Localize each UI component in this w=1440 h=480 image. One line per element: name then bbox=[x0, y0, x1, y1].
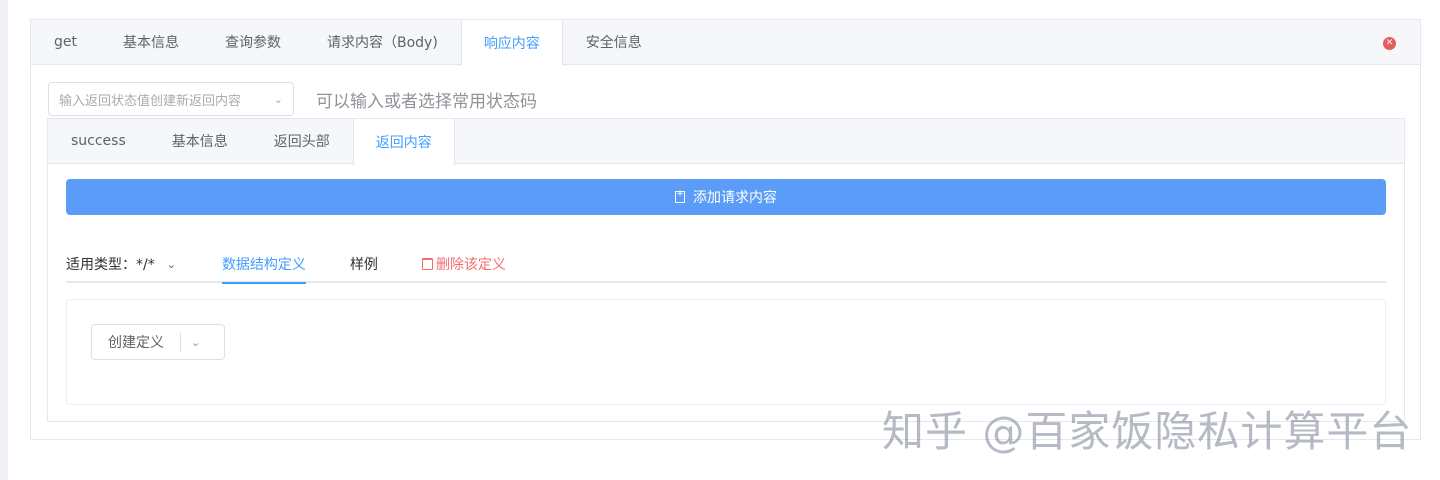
delete-definition-button[interactable]: 删除该定义 bbox=[421, 246, 506, 282]
create-definition-label: 创建定义 bbox=[92, 332, 181, 352]
schema-editor: 创建定义 ⌄ bbox=[66, 299, 1386, 405]
chevron-down-icon: ⌄ bbox=[273, 92, 283, 106]
outer-tab-bar: get 基本信息 查询参数 请求内容（Body) 响应内容 安全信息 ✕ bbox=[31, 20, 1420, 66]
left-strip bbox=[0, 0, 8, 480]
media-type-label: 适用类型：*/* bbox=[66, 257, 155, 273]
chevron-down-icon[interactable]: ⌄ bbox=[191, 336, 200, 349]
trash-icon bbox=[421, 258, 433, 270]
response-panel: success 基本信息 返回头部 返回内容 添加请求内容 适用类型：*/* ⌄… bbox=[47, 118, 1405, 422]
status-code-placeholder: 输入返回状态值创建新返回内容 bbox=[59, 93, 242, 109]
add-file-icon bbox=[675, 189, 685, 203]
create-definition-dropdown[interactable]: 创建定义 ⌄ bbox=[91, 324, 225, 360]
tab-request-body[interactable]: 请求内容（Body) bbox=[304, 20, 461, 64]
api-editor-panel: get 基本信息 查询参数 请求内容（Body) 响应内容 安全信息 ✕ 输入返… bbox=[30, 19, 1421, 440]
add-content-label: 添加请求内容 bbox=[693, 190, 777, 206]
status-row: 输入返回状态值创建新返回内容 ⌄ 可以输入或者选择常用状态码 bbox=[48, 82, 537, 116]
tab-response-headers[interactable]: 返回头部 bbox=[251, 119, 353, 163]
status-code-select[interactable]: 输入返回状态值创建新返回内容 ⌄ bbox=[48, 82, 294, 116]
tab-method[interactable]: get bbox=[31, 20, 100, 64]
status-code-hint: 可以输入或者选择常用状态码 bbox=[316, 91, 537, 112]
delete-definition-label: 删除该定义 bbox=[435, 257, 506, 273]
media-type-select[interactable]: 适用类型：*/* ⌄ bbox=[66, 254, 176, 274]
watermark: 知乎 @百家饭隐私计算平台 bbox=[882, 407, 1413, 456]
inner-tab-bar: success 基本信息 返回头部 返回内容 bbox=[48, 119, 1404, 165]
tab-response-content[interactable]: 返回内容 bbox=[352, 119, 455, 165]
add-content-button[interactable]: 添加请求内容 bbox=[66, 179, 1386, 215]
tab-response[interactable]: 响应内容 bbox=[460, 20, 563, 66]
chevron-down-icon: ⌄ bbox=[166, 257, 176, 271]
tab-response-basic-info[interactable]: 基本信息 bbox=[149, 119, 251, 163]
tab-example[interactable]: 样例 bbox=[350, 246, 378, 282]
close-icon[interactable]: ✕ bbox=[1383, 37, 1396, 50]
tab-response-name[interactable]: success bbox=[48, 119, 149, 163]
definition-tab-bar: 适用类型：*/* ⌄ 数据结构定义 样例 删除该定义 bbox=[66, 246, 1386, 284]
tab-security[interactable]: 安全信息 bbox=[563, 20, 665, 64]
tab-basic-info[interactable]: 基本信息 bbox=[100, 20, 202, 64]
tab-schema-definition[interactable]: 数据结构定义 bbox=[221, 246, 306, 284]
tab-query-params[interactable]: 查询参数 bbox=[202, 20, 304, 64]
